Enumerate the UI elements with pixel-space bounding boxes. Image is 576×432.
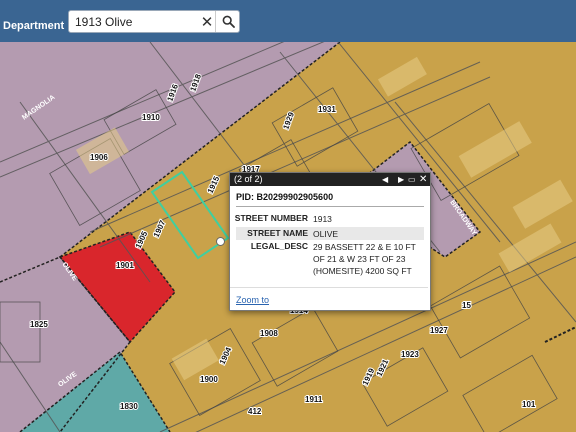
lot-label: 1931 bbox=[318, 105, 336, 114]
info-popup: (2 of 2) ◀ ▶ ▭ ✕ PID: B20299902905600 ST… bbox=[229, 172, 431, 311]
field-street-name: STREET NAME OLIVE bbox=[236, 227, 424, 240]
lot-label: 1911 bbox=[305, 395, 323, 404]
lot-label: 1825 bbox=[30, 320, 48, 329]
next-arrow-icon[interactable]: ▶ bbox=[398, 173, 404, 186]
search-icon bbox=[222, 15, 235, 28]
lot-label: 1927 bbox=[430, 326, 448, 335]
lot-label: 1910 bbox=[142, 113, 160, 122]
field-key: STREET NUMBER bbox=[234, 213, 308, 223]
popup-divider bbox=[236, 206, 424, 207]
field-street-number: STREET NUMBER 1913 bbox=[234, 213, 424, 225]
zoom-to-link[interactable]: Zoom to bbox=[236, 295, 269, 305]
field-key: LEGAL_DESC bbox=[250, 241, 308, 251]
popup-pid: PID: B20299902905600 bbox=[236, 192, 334, 202]
lot-label: 101 bbox=[522, 400, 536, 409]
lot-label: 412 bbox=[248, 407, 262, 416]
search-input[interactable] bbox=[69, 11, 201, 32]
popup-titlebar: (2 of 2) ◀ ▶ ▭ ✕ bbox=[230, 173, 430, 186]
field-key: STREET NAME bbox=[247, 228, 308, 238]
lot-label: 1900 bbox=[200, 375, 218, 384]
field-value: 29 BASSETT 22 & E 10 FT OF 21 & W 23 FT … bbox=[313, 242, 416, 276]
field-value: OLIVE bbox=[313, 229, 339, 239]
close-icon[interactable]: ✕ bbox=[419, 173, 427, 186]
department-label: Department bbox=[3, 20, 65, 32]
lot-label: 15 bbox=[462, 301, 471, 310]
lot-label: 1901 bbox=[116, 261, 134, 270]
lot-label: 1906 bbox=[90, 153, 108, 162]
lot-label: 1923 bbox=[401, 350, 419, 359]
lot-label: 1830 bbox=[120, 402, 138, 411]
popup-count: (2 of 2) bbox=[234, 174, 263, 184]
field-legal-desc: LEGAL_DESC 29 BASSETT 22 & E 10 FT OF 21… bbox=[236, 241, 424, 281]
popup-anchor-marker bbox=[216, 237, 225, 246]
field-value: 1913 bbox=[313, 214, 332, 224]
search-box: ✕ bbox=[68, 10, 240, 33]
popup-footer-divider bbox=[230, 287, 428, 288]
close-icon[interactable]: ✕ bbox=[197, 11, 217, 32]
previous-arrow-icon[interactable]: ◀ bbox=[382, 173, 388, 186]
maximize-icon[interactable]: ▭ bbox=[408, 173, 416, 186]
lot-label: 1908 bbox=[260, 329, 278, 338]
app-header: Department ✕ bbox=[0, 0, 576, 42]
search-button[interactable] bbox=[215, 11, 241, 32]
